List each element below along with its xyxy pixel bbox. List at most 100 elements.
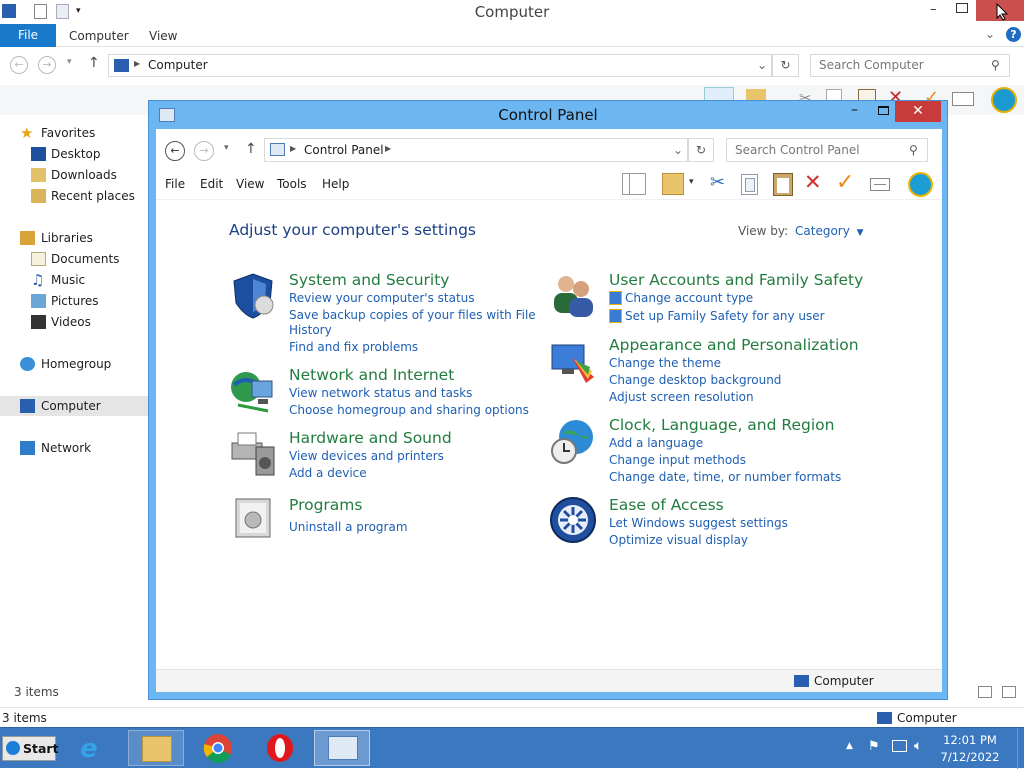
category-link[interactable]: View network status and tasks: [289, 386, 472, 400]
sidebar-item-downloads[interactable]: Downloads: [0, 165, 148, 185]
sidebar-item-music[interactable]: ♫ Music: [0, 270, 148, 290]
category-link[interactable]: Review your computer's status: [289, 291, 475, 305]
sidebar-item-documents[interactable]: Documents: [0, 249, 148, 269]
category-link[interactable]: Find and fix problems: [289, 340, 418, 354]
category-link[interactable]: Change account type: [625, 291, 753, 305]
category-link[interactable]: Add a device: [289, 466, 367, 480]
show-desktop-button[interactable]: [1017, 728, 1024, 769]
copy-icon[interactable]: [741, 174, 758, 195]
action-center-flag-icon[interactable]: ⚑: [868, 739, 880, 754]
breadcrumb-arrow-icon[interactable]: ▶: [290, 144, 296, 153]
category-title[interactable]: Appearance and Personalization: [609, 336, 859, 354]
category-link[interactable]: View devices and printers: [289, 449, 444, 463]
globe-icon[interactable]: [908, 172, 933, 197]
address-dropdown-icon[interactable]: ⌄: [757, 58, 767, 72]
recent-locations-icon[interactable]: ▾: [67, 57, 72, 67]
search-input[interactable]: Search Control Panel ⚲: [726, 138, 928, 162]
category-link[interactable]: History: [289, 323, 332, 337]
chevron-down-icon[interactable]: ⌄: [985, 27, 995, 41]
view-by-dropdown[interactable]: Category ▼: [795, 224, 864, 238]
preview-pane-icon[interactable]: [622, 173, 646, 195]
sidebar-item-desktop[interactable]: Desktop: [0, 144, 148, 164]
category-link[interactable]: Adjust screen resolution: [609, 390, 754, 404]
tab-computer[interactable]: Computer: [69, 29, 129, 43]
properties-icon[interactable]: [870, 178, 890, 191]
category-link[interactable]: Change date, time, or number formats: [609, 470, 841, 484]
category-link[interactable]: Change the theme: [609, 356, 721, 370]
sidebar-item-homegroup[interactable]: Homegroup: [0, 354, 148, 374]
up-icon[interactable]: ↑: [88, 55, 100, 71]
maximize-icon[interactable]: [878, 106, 889, 115]
sidebar-item-videos[interactable]: Videos: [0, 312, 148, 332]
minimize-icon[interactable]: –: [851, 102, 858, 118]
category-link[interactable]: Let Windows suggest settings: [609, 516, 788, 530]
category-link[interactable]: Change desktop background: [609, 373, 781, 387]
delete-icon[interactable]: ✕: [804, 170, 822, 194]
restore-icon[interactable]: [956, 3, 968, 13]
monitor-palette-icon[interactable]: [548, 339, 598, 389]
sidebar-item-computer[interactable]: Computer: [0, 396, 148, 416]
forward-icon[interactable]: →: [38, 56, 56, 74]
network-tray-icon[interactable]: [892, 740, 907, 752]
category-title[interactable]: User Accounts and Family Safety: [609, 271, 863, 289]
sidebar-item-libraries[interactable]: Libraries: [0, 228, 148, 248]
printer-speaker-icon[interactable]: [228, 429, 278, 479]
sidebar-item-favorites[interactable]: ★ Favorites: [0, 123, 148, 143]
clock[interactable]: 12:01 PM 7/12/2022: [930, 732, 1010, 766]
recent-locations-icon[interactable]: ▾: [224, 143, 229, 153]
start-button[interactable]: Start: [2, 736, 59, 761]
folder-options-dropdown-icon[interactable]: ▾: [689, 177, 694, 187]
address-bar[interactable]: ▶ Control Panel ▶ ⌄: [264, 138, 688, 162]
address-bar[interactable]: ▶ Computer ⌄: [108, 54, 772, 77]
taskbar-app-opera[interactable]: [252, 730, 308, 766]
menu-help[interactable]: Help: [322, 177, 349, 191]
category-title[interactable]: Network and Internet: [289, 366, 454, 384]
forward-icon[interactable]: →: [194, 141, 214, 161]
paste-icon[interactable]: [773, 173, 793, 196]
checkmark-icon[interactable]: ✓: [836, 170, 854, 195]
category-link[interactable]: Change input methods: [609, 453, 746, 467]
back-icon[interactable]: ←: [10, 56, 28, 74]
up-icon[interactable]: ↑: [245, 141, 257, 157]
globe-clock-icon[interactable]: [548, 417, 598, 467]
show-hidden-icons-icon[interactable]: ▲: [846, 741, 853, 751]
help-icon[interactable]: ?: [1006, 27, 1021, 42]
menu-file[interactable]: File: [165, 177, 185, 191]
close-button[interactable]: [976, 0, 1024, 21]
refresh-icon[interactable]: ↻: [688, 138, 714, 162]
category-title[interactable]: Clock, Language, and Region: [609, 416, 834, 434]
ease-of-access-icon[interactable]: [548, 495, 598, 545]
taskbar-app-control-panel[interactable]: [314, 730, 370, 766]
close-button[interactable]: ✕: [895, 101, 941, 122]
tab-file[interactable]: File: [0, 24, 56, 47]
menu-edit[interactable]: Edit: [200, 177, 223, 191]
cut-icon[interactable]: ✂: [710, 172, 725, 193]
category-title[interactable]: Ease of Access: [609, 496, 724, 514]
large-icons-view-icon[interactable]: [1002, 686, 1016, 698]
category-link[interactable]: Save backup copies of your files with Fi…: [289, 308, 536, 322]
globe-icon[interactable]: [991, 87, 1017, 113]
taskbar-app-internet-explorer[interactable]: e: [66, 730, 122, 766]
back-icon[interactable]: ←: [165, 141, 185, 161]
search-input[interactable]: Search Computer ⚲: [810, 54, 1010, 77]
sidebar-item-recent-places[interactable]: Recent places: [0, 186, 148, 206]
control-panel-title-bar[interactable]: Control Panel – ✕: [149, 101, 947, 129]
details-view-icon[interactable]: [978, 686, 992, 698]
menu-tools[interactable]: Tools: [277, 177, 307, 191]
category-link[interactable]: Optimize visual display: [609, 533, 748, 547]
breadcrumb-arrow-icon[interactable]: ▶: [134, 59, 140, 68]
network-globe-icon[interactable]: [228, 367, 278, 417]
refresh-icon[interactable]: ↻: [772, 54, 799, 77]
breadcrumb-arrow-icon[interactable]: ▶: [385, 144, 391, 153]
users-icon[interactable]: [548, 269, 598, 319]
menu-view[interactable]: View: [236, 177, 264, 191]
sidebar-item-network[interactable]: Network: [0, 438, 148, 458]
sidebar-item-pictures[interactable]: Pictures: [0, 291, 148, 311]
properties-icon[interactable]: [952, 92, 974, 106]
taskbar-app-chrome[interactable]: [190, 730, 246, 766]
minimize-icon[interactable]: –: [930, 2, 944, 17]
category-title[interactable]: Hardware and Sound: [289, 429, 452, 447]
programs-icon[interactable]: [228, 493, 278, 543]
category-link[interactable]: Set up Family Safety for any user: [625, 309, 825, 323]
taskbar-app-file-explorer[interactable]: [128, 730, 184, 766]
